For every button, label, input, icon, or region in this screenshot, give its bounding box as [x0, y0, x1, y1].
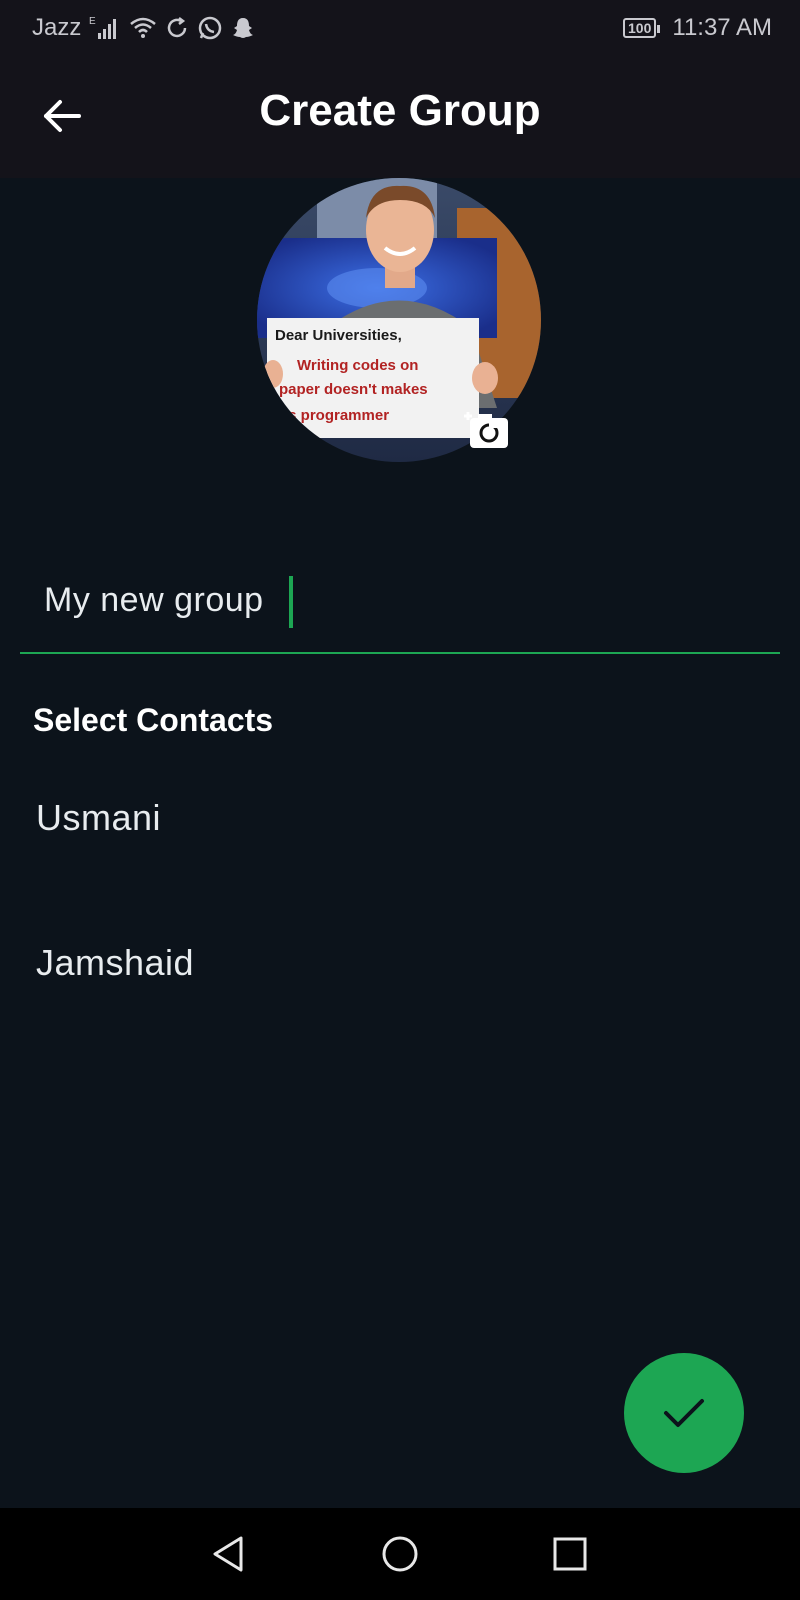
carrier-label: Jazz	[32, 14, 82, 41]
clock: 11:37 AM	[672, 14, 772, 41]
home-circle-icon	[382, 1536, 418, 1572]
page-title: Create Group	[259, 86, 541, 135]
select-contacts-title: Select Contacts	[33, 702, 274, 738]
nav-back-button[interactable]	[205, 1530, 253, 1578]
sign-line-2: Writing codes on	[297, 357, 418, 374]
check-icon	[664, 1399, 704, 1427]
contact-name: Jamshaid	[36, 942, 195, 983]
status-bar: Jazz E 100 11:37 AM	[0, 0, 800, 56]
wifi-icon	[129, 16, 157, 40]
contact-item[interactable]: Jamshaid	[0, 910, 800, 1010]
recents-square-icon	[553, 1537, 587, 1571]
status-left: Jazz E	[32, 14, 255, 42]
battery-level: 100	[628, 20, 652, 36]
add-photo-button[interactable]	[462, 406, 510, 450]
text-cursor	[289, 576, 293, 628]
status-right: 100 11:37 AM	[623, 14, 772, 42]
nav-home-button[interactable]	[376, 1530, 424, 1578]
group-name-field[interactable]	[20, 556, 780, 654]
sign-line-4: us programmer	[279, 407, 389, 424]
create-group-screen: Jazz E 100 11:37 AM Create Group Dear Un…	[0, 0, 800, 1600]
contact-item[interactable]: Usmani	[0, 765, 800, 865]
system-navigation-bar	[0, 1508, 800, 1600]
group-name-input[interactable]	[44, 576, 744, 624]
sync-icon	[165, 16, 189, 40]
nav-recents-button[interactable]	[546, 1530, 594, 1578]
signal-icon: E	[89, 15, 121, 41]
app-bar: Create Group	[0, 56, 800, 178]
sign-line-3: paper doesn't makes	[279, 381, 428, 398]
snapchat-icon	[231, 16, 255, 40]
network-type-label: E	[89, 16, 96, 27]
add-photo-icon	[464, 412, 508, 448]
battery-icon: 100	[623, 18, 661, 38]
sign-line-1: Dear Universities,	[275, 327, 402, 344]
back-triangle-icon	[213, 1536, 243, 1572]
contact-name: Usmani	[36, 797, 162, 838]
whatsapp-icon	[197, 15, 223, 41]
create-group-confirm-button[interactable]	[624, 1353, 744, 1473]
